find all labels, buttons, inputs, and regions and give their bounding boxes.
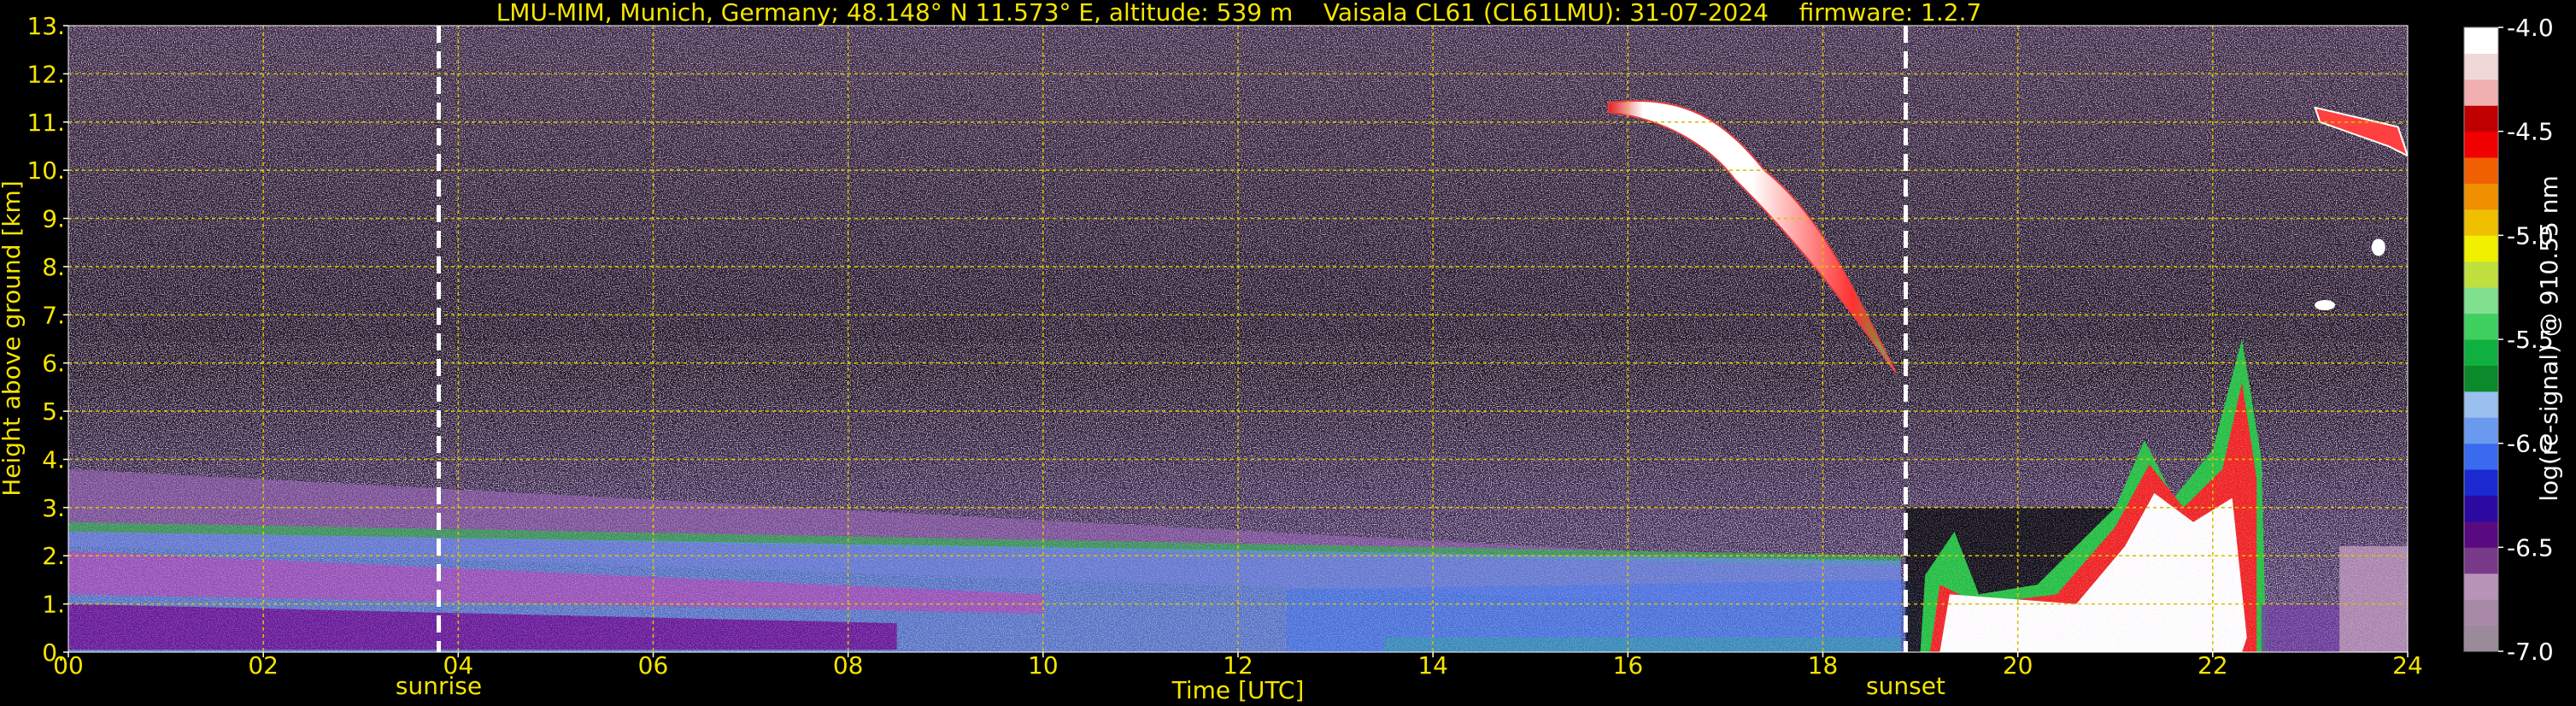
y-tick-label: 9.	[42, 205, 65, 233]
colorbar-tick-label: -4.5	[2507, 118, 2554, 146]
y-tick-label: 4.	[42, 445, 65, 474]
chart-title: LMU-MIM, Munich, Germany; 48.148° N 11.5…	[496, 0, 1982, 26]
y-tick-label: 2.	[42, 542, 65, 570]
colorbar-tick-label: -4.0	[2507, 14, 2554, 42]
colorbar-segment	[2464, 469, 2498, 496]
colorbar-label: log(rc-signal) @ 910.55 nm	[2535, 175, 2563, 501]
y-tick-label: 6.	[42, 350, 65, 378]
x-axis-label: Time [UTC]	[1171, 676, 1305, 704]
colorbar-segment	[2464, 131, 2498, 158]
y-tick-label: 3.	[42, 494, 65, 522]
colorbar-segment	[2464, 417, 2498, 444]
cloud-fragment	[2371, 238, 2385, 256]
colorbar-segment	[2464, 235, 2498, 262]
colorbar-segment	[2464, 261, 2498, 288]
y-tick-label: 13.	[26, 12, 65, 40]
colorbar-segment	[2464, 391, 2498, 418]
colorbar-segment	[2464, 53, 2498, 80]
colorbar-segment	[2464, 157, 2498, 184]
y-tick-label: 12.	[26, 60, 65, 88]
colorbar-segment	[2464, 27, 2498, 54]
colorbar-segment	[2464, 521, 2498, 548]
colorbar-tick-label: -6.5	[2507, 533, 2554, 562]
colorbar-segment	[2464, 365, 2498, 392]
colorbar-segment	[2464, 105, 2498, 132]
colorbar-segment	[2464, 573, 2498, 600]
colorbar-segment	[2464, 313, 2498, 340]
cloud-fragment	[2315, 300, 2336, 311]
colorbar-segment	[2464, 339, 2498, 366]
colorbar-segment	[2464, 209, 2498, 236]
ceilometer-figure: sunrise sunset 0.1.2.3.4.5.6.7.8.9.10.11.…	[0, 0, 2563, 704]
y-tick-label: 10.	[26, 156, 65, 185]
colorbar-segment	[2464, 625, 2498, 652]
y-tick-label: 11.	[26, 109, 65, 137]
sunset-label: sunset	[1866, 672, 1945, 700]
y-axis-label: Height above ground [km]	[0, 180, 26, 497]
y-tick-label: 8.	[42, 253, 65, 281]
y-tick-label: 5.	[42, 397, 65, 426]
plot-area	[68, 26, 2408, 652]
colorbar-segment	[2464, 183, 2498, 210]
colorbar-tick-label: -7.0	[2507, 638, 2554, 666]
colorbar-segment	[2464, 443, 2498, 470]
colorbar-segment	[2464, 287, 2498, 315]
y-tick-label: 7.	[42, 301, 65, 329]
colorbar-segment	[2464, 79, 2498, 106]
colorbar-segment	[2464, 547, 2498, 574]
y-tick-label: 1.	[42, 591, 65, 619]
colorbar-segment	[2464, 599, 2498, 627]
y-tick-labels: 0.1.2.3.4.5.6.7.8.9.10.11.12.13.	[26, 12, 68, 667]
colorbar-segment	[2464, 495, 2498, 522]
